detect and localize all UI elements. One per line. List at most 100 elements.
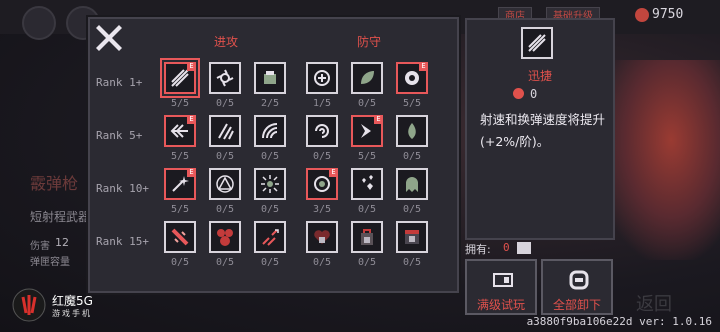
perk-level: 0/5 [260,204,280,215]
attack-header: 进攻 [214,35,239,49]
perk-level: 0/5 [402,257,422,268]
brand-name: 红魔5G [52,294,93,308]
perk-tile[interactable] [254,168,286,200]
chevron-icon [361,124,371,138]
perk-level: 5/5 [170,151,190,162]
rank-label: Rank 5+ [96,129,143,142]
perk-level: 5/5 [170,204,190,215]
avatar[interactable] [22,6,56,40]
perk-tile[interactable] [306,62,338,94]
perk-title: 迅捷 [527,69,552,83]
perk-tile[interactable] [396,221,428,253]
perk-level: 5/5 [402,98,422,109]
ticket-icon [493,273,513,287]
close-icon[interactable] [93,22,125,54]
spiral-icon [216,69,234,87]
perk-tile[interactable] [209,221,241,253]
swirl-icon [315,124,329,138]
perk-tile[interactable] [209,168,241,200]
version-text: a3880f9ba106e22d ver: 1.0.16 [526,315,712,328]
perk-tile[interactable] [164,221,196,253]
perk-level: 0/5 [260,257,280,268]
perk-tile[interactable]: E [164,115,196,147]
wave-icon [262,123,278,139]
perk-level: 0/5 [215,151,235,162]
perk-level: 0/5 [402,204,422,215]
equipped-badge: E [187,168,196,177]
equipped-badge: E [187,62,196,71]
back-label[interactable]: 返回 [636,290,672,316]
cost-icon [513,88,524,99]
perk-level: 0/5 [215,204,235,215]
perk-level: 0/5 [357,204,377,215]
perk-level: 0/5 [312,151,332,162]
perk-tile[interactable] [396,115,428,147]
equipped-badge: E [419,62,428,71]
stat-label: 伤害 [30,241,50,252]
perk-tile[interactable]: E [396,62,428,94]
perk-tile[interactable] [306,115,338,147]
rank-label: Rank 15+ [96,235,149,248]
unload-all-button[interactable]: 全部卸下 [541,259,613,315]
triangle-icon [216,175,234,193]
ticket-icon [517,242,531,254]
perk-tile[interactable] [306,221,338,253]
equipped-badge: E [187,115,196,124]
fist-icon [264,71,276,84]
coin-count: 9750 [652,7,684,22]
locked-heart-icon [314,230,330,244]
rank-label: Rank 10+ [96,182,149,195]
perk-tile[interactable] [254,115,286,147]
wand-icon [172,176,189,192]
perk-level: 0/5 [170,257,190,268]
perk-level: 0/5 [215,257,235,268]
arrows-icon [170,124,188,138]
leaf-icon [361,71,374,84]
perk-level: 0/5 [260,151,280,162]
perk-tile[interactable] [396,168,428,200]
perk-tile[interactable]: E [306,168,338,200]
perk-level: 0/5 [357,257,377,268]
perk-tile[interactable] [209,62,241,94]
defense-header: 防守 [357,35,382,49]
claw-icon [218,123,234,140]
missiles-icon [262,229,279,246]
locked-bag-icon [361,229,373,245]
stripes-icon [171,69,189,87]
perk-level: 3/5 [312,204,332,215]
perk-tile[interactable] [351,221,383,253]
perk-tile[interactable] [209,115,241,147]
stat-value: 12 [55,236,69,249]
perk-level: 5/5 [357,151,377,162]
burst-icon [261,175,279,193]
stat-label: 弹匣容量 [30,257,70,268]
perk-level: 5/5 [170,98,190,109]
owned-label: 拥有: [465,243,491,256]
perk-cost: 0 [530,87,538,101]
perk-tile[interactable] [351,62,383,94]
perk-tile[interactable] [254,221,286,253]
flame-icon [408,123,416,139]
brand-subtitle: 游戏手机 [52,309,92,318]
ghost-icon [406,177,418,192]
rank-label: Rank 1+ [96,76,143,89]
perk-tile[interactable]: E [351,115,383,147]
max-level-trial-button[interactable]: 满级试玩 [465,259,537,315]
button-label: 满级试玩 [476,298,525,312]
coin-icon [635,8,649,22]
hearts-icon [362,175,373,190]
perk-tile[interactable] [254,62,286,94]
perk-tile[interactable] [351,168,383,200]
owned-value: 0 [503,241,510,254]
perk-level: 0/5 [357,98,377,109]
equipped-badge: E [329,168,338,177]
button-label: 全部卸下 [552,298,601,312]
perk-level: 0/5 [215,98,235,109]
perk-description: 射速和换弹速度将提升 (+2%/阶)。 [480,112,606,149]
flower-icon [217,229,233,246]
cross-circle-icon [314,70,330,86]
equipped-badge: E [374,115,383,124]
perk-tile[interactable]: E [164,168,196,200]
perk-tile[interactable]: E [160,58,200,98]
slash-icon [171,228,189,246]
